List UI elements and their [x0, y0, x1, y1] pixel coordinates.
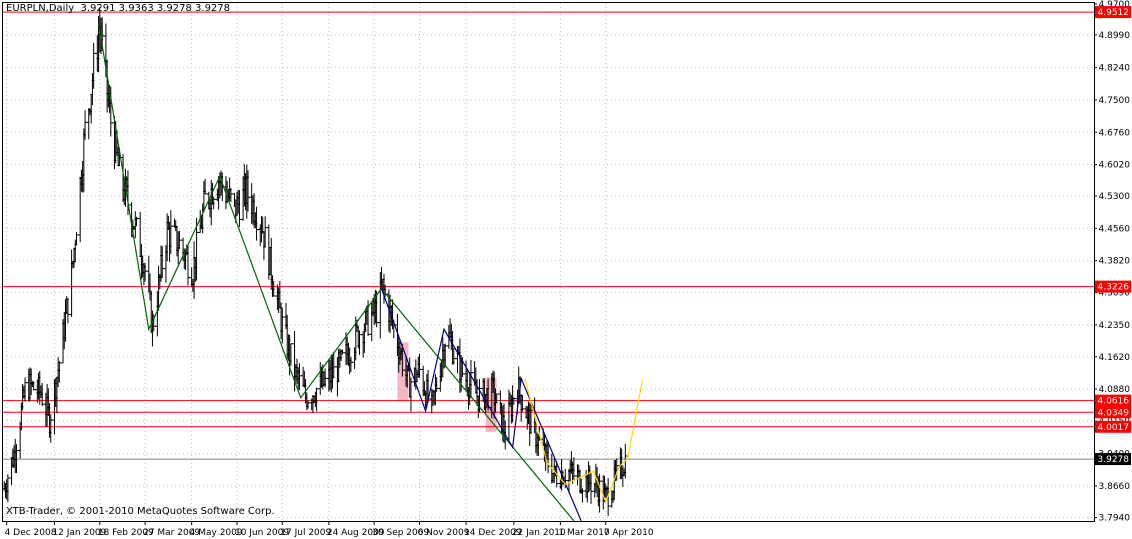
- y-tick-label: 4.2350: [1099, 321, 1131, 331]
- y-tick-label: 3.8660: [1099, 482, 1131, 492]
- level-label: 4.3226: [1098, 283, 1130, 293]
- ohlc-bar: [254, 206, 259, 241]
- y-tick-label: 4.4560: [1099, 224, 1131, 234]
- zigzag-green-line: [98, 23, 575, 522]
- symbol-name: EURPLN,Daily: [6, 3, 75, 14]
- price-labels: 4.97004.89904.82404.75004.67604.60204.53…: [5, 0, 1131, 538]
- ohlc-bars: [2, 7, 628, 516]
- x-tick-label: 1 Mar 2010: [558, 528, 610, 538]
- current-price-label: 3.9278: [1098, 455, 1130, 465]
- y-tick-label: 4.6020: [1099, 161, 1131, 171]
- price-chart: 4.97004.89904.82404.75004.67604.60204.53…: [2, 0, 1131, 538]
- y-tick-label: 4.1620: [1099, 353, 1131, 363]
- y-tick-label: 4.8240: [1099, 64, 1131, 74]
- x-tick-label: 6 Nov 2009: [418, 528, 470, 538]
- y-tick-label: 4.0880: [1099, 385, 1131, 395]
- ohlc-values: 3.9291 3.9363 3.9278 3.9278: [80, 3, 231, 14]
- level-label: 4.9512: [1098, 8, 1130, 18]
- y-tick-label: 4.7500: [1099, 96, 1131, 106]
- x-tick-label: 4 Dec 2008: [5, 528, 57, 538]
- x-tick-label: 17 Jul 2009: [280, 528, 331, 538]
- y-tick-label: 4.5300: [1099, 192, 1131, 202]
- x-tick-label: 7 Apr 2010: [604, 528, 654, 538]
- y-tick-label: 4.6760: [1099, 128, 1131, 138]
- ohlc-bar: [69, 249, 74, 317]
- highlight-zones: [397, 342, 497, 432]
- y-tick-label: 4.3820: [1099, 257, 1131, 267]
- y-tick-label: 4.8990: [1099, 31, 1131, 41]
- y-tick-label: 3.7940: [1099, 514, 1131, 524]
- copyright-notice: XTB-Trader, © 2001-2010 MetaQuotes Softw…: [6, 506, 275, 517]
- level-label: 4.0616: [1098, 397, 1130, 407]
- chart-symbol-header: EURPLN,Daily 3.9291 3.9363 3.9278 3.9278: [6, 3, 230, 14]
- level-label: 4.0349: [1098, 408, 1130, 418]
- zigzag-lines: [98, 23, 644, 522]
- level-label: 4.0017: [1098, 423, 1130, 433]
